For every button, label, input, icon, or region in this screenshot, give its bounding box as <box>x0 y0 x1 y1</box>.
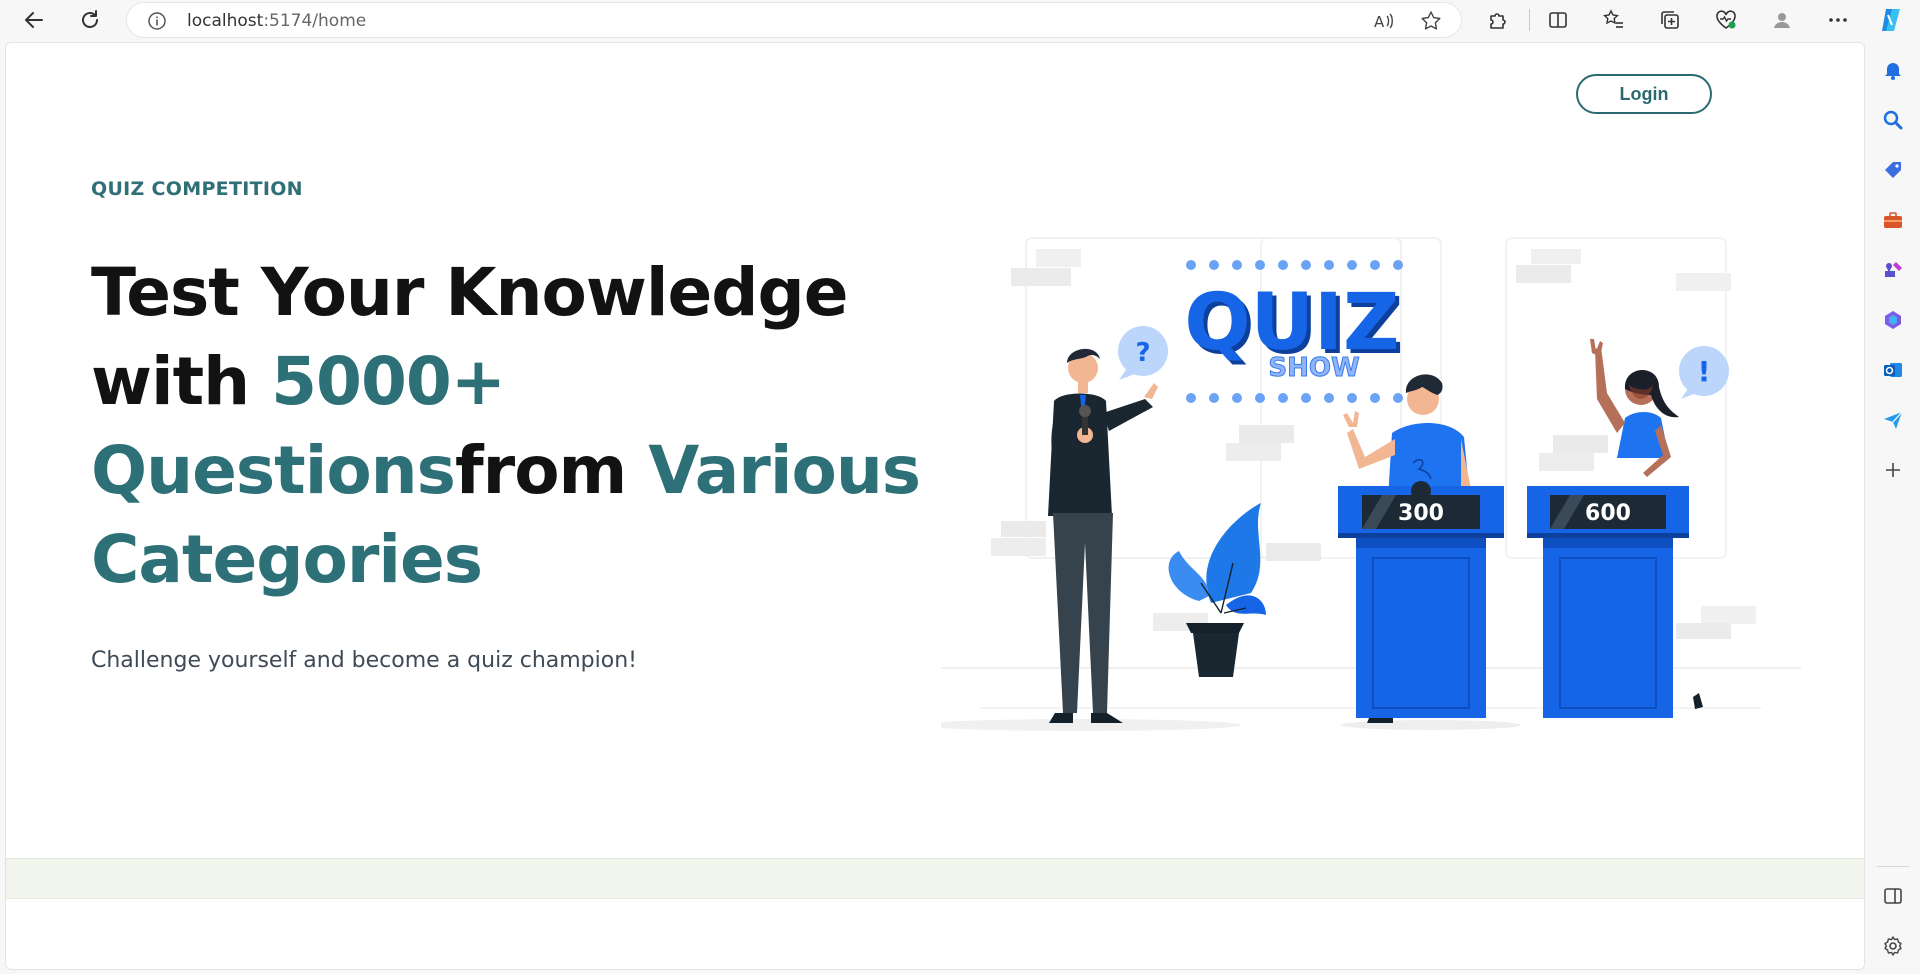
address-bar[interactable]: localhost:5174/home A <box>126 2 1462 38</box>
podium-left-score: 300 <box>1398 501 1444 526</box>
url-path: :5174/home <box>263 11 367 31</box>
url-host: localhost <box>187 11 264 31</box>
host-figure <box>941 348 1241 731</box>
bubble-question-mark: ? <box>1135 338 1150 368</box>
sign-subtitle: SHOW <box>1268 353 1359 383</box>
podium-right-score: 600 <box>1585 501 1631 526</box>
quiz-show-illustration: QUIZ QUIZ SHOW ? ! 300 600 <box>941 237 1801 731</box>
toolbar-divider <box>1529 9 1530 31</box>
footer-band <box>6 858 1864 899</box>
games-icon[interactable] <box>1880 257 1906 283</box>
bubble-exclamation-mark: ! <box>1698 355 1711 388</box>
hero-headline: Test Your Knowledge with 5000+ Questions… <box>91 248 921 604</box>
bell-icon[interactable] <box>1880 57 1906 83</box>
tools-briefcase-icon[interactable] <box>1880 207 1906 233</box>
refresh-icon[interactable] <box>72 4 108 36</box>
settings-icon[interactable] <box>1880 933 1906 959</box>
back-icon[interactable] <box>16 4 52 36</box>
url-text[interactable]: localhost:5174/home <box>187 11 366 31</box>
extensions-icon[interactable] <box>1484 6 1512 34</box>
browser-essentials-icon[interactable] <box>1712 6 1740 34</box>
shopping-tag-icon[interactable] <box>1880 157 1906 183</box>
send-icon[interactable] <box>1880 407 1906 433</box>
collections-icon[interactable] <box>1656 6 1684 34</box>
split-screen-icon[interactable] <box>1544 6 1572 34</box>
eyebrow-label: QUIZ COMPETITION <box>91 178 303 200</box>
podium-right: 600 <box>1527 486 1689 718</box>
add-icon[interactable] <box>1880 457 1906 483</box>
quiz-sign: QUIZ QUIZ SHOW <box>1184 260 1404 403</box>
site-info-icon[interactable] <box>147 11 167 31</box>
exclamation-bubble: ! <box>1679 346 1729 399</box>
search-icon[interactable] <box>1880 107 1906 133</box>
favorites-icon[interactable] <box>1600 6 1628 34</box>
favorite-star-icon[interactable] <box>1419 9 1443 33</box>
more-icon[interactable] <box>1824 6 1852 34</box>
svg-text:A: A <box>1374 13 1385 31</box>
microsoft-365-icon[interactable] <box>1880 307 1906 333</box>
hero-subtitle: Challenge yourself and become a quiz cha… <box>91 648 637 673</box>
copilot-icon[interactable] <box>1878 6 1906 34</box>
page-viewport: Login QUIZ COMPETITION Test Your Knowled… <box>5 42 1865 970</box>
sidebar-toggle-icon[interactable] <box>1880 883 1906 909</box>
headline-part-2: from <box>454 432 649 509</box>
read-aloud-icon[interactable]: A <box>1371 9 1395 33</box>
question-bubble: ? <box>1118 326 1168 380</box>
browser-sidebar <box>1867 40 1920 974</box>
login-button[interactable]: Login <box>1576 74 1712 114</box>
browser-toolbar: localhost:5174/home A <box>0 0 1920 40</box>
podium-left: 300 <box>1338 481 1504 718</box>
sidebar-divider <box>1877 866 1909 867</box>
outlook-icon[interactable] <box>1880 357 1906 383</box>
potted-plant <box>1168 503 1266 677</box>
profile-icon[interactable] <box>1768 6 1796 34</box>
